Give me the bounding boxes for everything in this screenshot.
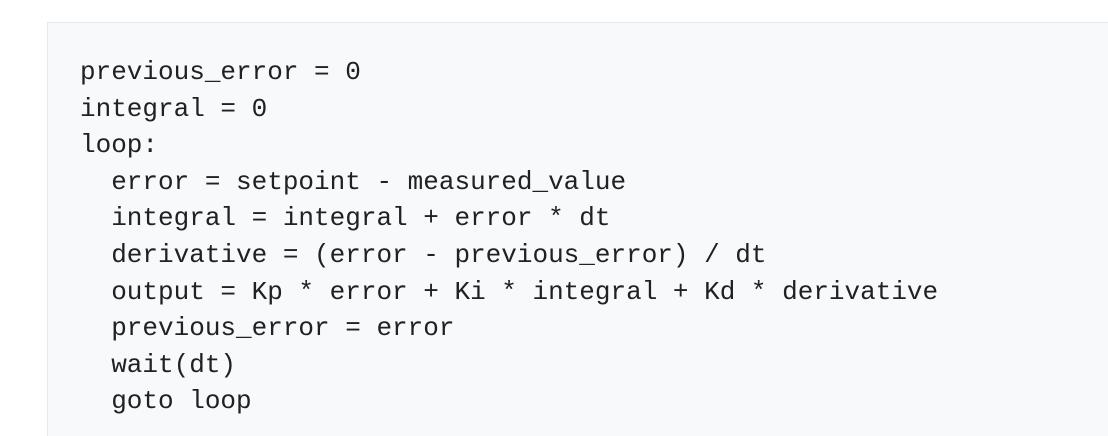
code-block: previous_error = 0 integral = 0 loop: erro… bbox=[47, 22, 1108, 436]
code-line: loop: bbox=[80, 130, 159, 161]
code-line: wait(dt) bbox=[80, 349, 237, 380]
code-line: goto loop bbox=[80, 386, 252, 417]
code-line: integral = integral + error * dt bbox=[80, 203, 611, 234]
code-line: previous_error = 0 bbox=[80, 57, 361, 87]
code-content: previous_error = 0 integral = 0 loop: erro… bbox=[80, 54, 938, 420]
code-line: previous_error = error bbox=[80, 313, 455, 344]
code-line: integral = 0 bbox=[80, 93, 268, 124]
code-line: error = setpoint - measured_value bbox=[80, 166, 627, 197]
code-line: derivative = (error - previous_error) / … bbox=[80, 239, 767, 270]
code-line: output = Kp * error + Ki * integral + Kd… bbox=[80, 276, 939, 307]
